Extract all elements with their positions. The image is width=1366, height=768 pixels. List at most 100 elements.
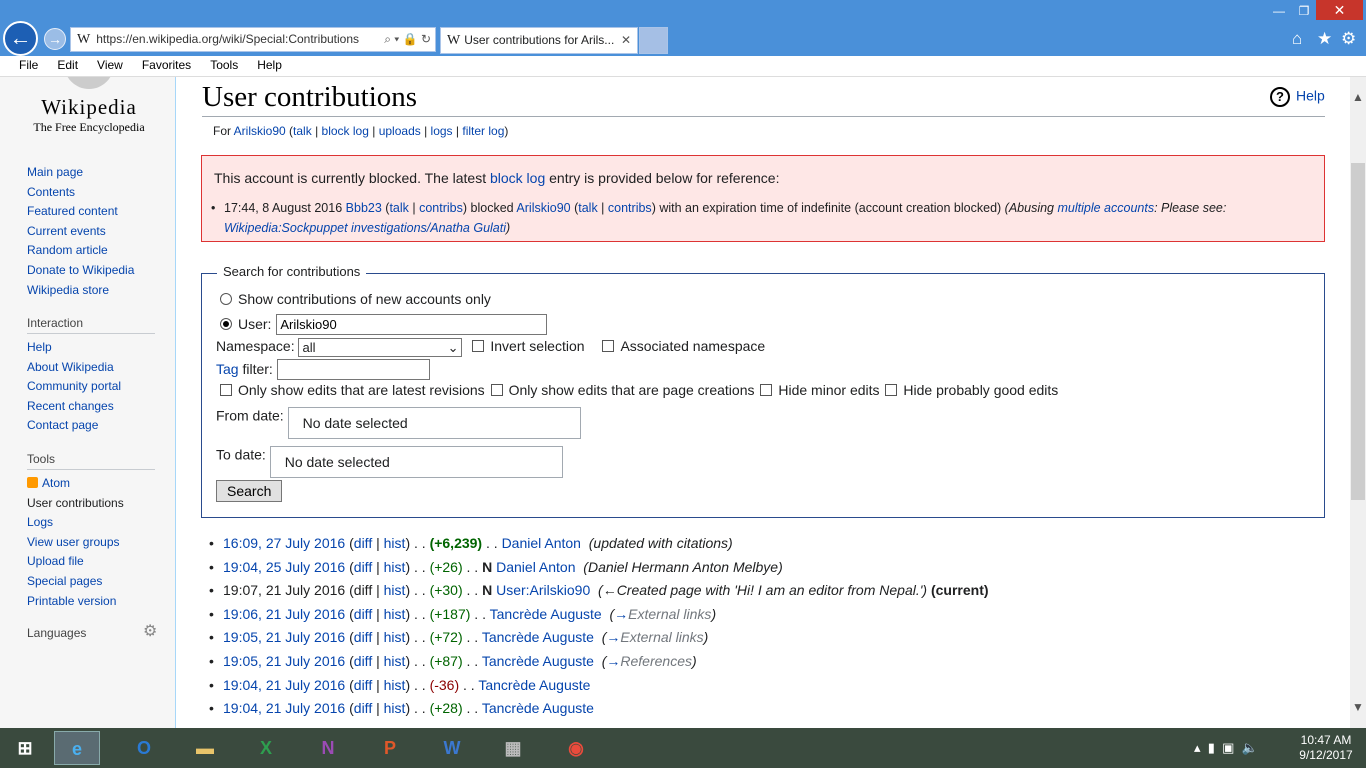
section-arrow-link[interactable]: → xyxy=(606,653,620,669)
search-button[interactable]: Search xyxy=(216,480,283,502)
namespace-select[interactable]: all ⌄ xyxy=(298,338,463,357)
page-link[interactable]: Tancrède Auguste xyxy=(482,653,594,669)
maximize-button[interactable]: ❐ xyxy=(1291,2,1317,20)
sidebar-item-printable-version[interactable]: Printable version xyxy=(27,592,157,612)
section-arrow-link[interactable]: → xyxy=(614,606,628,622)
menu-edit[interactable]: Edit xyxy=(57,56,78,72)
menu-help[interactable]: Help xyxy=(257,56,282,72)
contribution-date-link[interactable]: 16:09, 27 July 2016 xyxy=(223,535,345,551)
multiple-accounts-link[interactable]: multiple accounts xyxy=(1058,201,1155,215)
address-bar[interactable]: Whttps://en.wikipedia.org/wiki/Special:C… xyxy=(70,27,436,52)
sidebar-item-contents[interactable]: Contents xyxy=(27,183,157,203)
sidebar-item-help[interactable]: Help xyxy=(27,338,157,358)
onenote-icon[interactable]: N xyxy=(305,731,351,765)
sidebar-item-special-pages[interactable]: Special pages xyxy=(27,572,157,592)
system-tray[interactable]: ▴ ▮ ▣ 🔈 xyxy=(1194,728,1258,768)
address-controls[interactable]: ⌕ ▾ 🔒 ↻ xyxy=(380,28,431,51)
blocked-user-talk-link[interactable]: talk xyxy=(578,201,597,215)
contribution-date-link[interactable]: 19:05, 21 July 2016 xyxy=(223,653,345,669)
diff-link[interactable]: diff xyxy=(354,559,372,575)
page-link[interactable]: Tancrède Auguste xyxy=(478,677,590,693)
sidebar-item-contact[interactable]: Contact page xyxy=(27,416,157,436)
sidebar-item-current-events[interactable]: Current events xyxy=(27,222,157,242)
sidebar-item-about[interactable]: About Wikipedia xyxy=(27,358,157,378)
diff-link[interactable]: diff xyxy=(354,653,372,669)
user-option[interactable]: User: xyxy=(220,314,548,335)
scrollbar-thumb[interactable] xyxy=(1351,163,1365,500)
scroll-up-arrow-icon[interactable]: ▲ xyxy=(1350,90,1366,104)
sidebar-item-logs[interactable]: Logs xyxy=(27,513,157,533)
page-link[interactable]: User:Arilskio90 xyxy=(496,582,590,598)
diff-link[interactable]: diff xyxy=(354,629,372,645)
admin-contribs-link[interactable]: contribs xyxy=(419,201,463,215)
page-link[interactable]: Daniel Anton xyxy=(496,559,575,575)
user-link[interactable]: Arilskio90 xyxy=(234,124,286,138)
block-log-link[interactable]: block log xyxy=(322,124,369,138)
excel-icon[interactable]: X xyxy=(243,731,289,765)
page-link[interactable]: Tancrède Auguste xyxy=(482,629,594,645)
sidebar-item-recent-changes[interactable]: Recent changes xyxy=(27,397,157,417)
diff-link[interactable]: diff xyxy=(354,700,372,716)
contribution-date-link[interactable]: 19:04, 21 July 2016 xyxy=(223,677,345,693)
creations-checkbox[interactable] xyxy=(490,384,503,396)
good-edits-checkbox[interactable] xyxy=(885,384,898,396)
admin-talk-link[interactable]: talk xyxy=(389,201,408,215)
blocked-user-contribs-link[interactable]: contribs xyxy=(608,201,652,215)
admin-link[interactable]: Bbb23 xyxy=(346,201,382,215)
user-radio[interactable] xyxy=(220,318,232,330)
hist-link[interactable]: hist xyxy=(384,582,406,598)
sidebar-item-main-page[interactable]: Main page xyxy=(27,163,157,183)
tag-link[interactable]: Tag xyxy=(216,361,239,377)
contribution-date-link[interactable]: 19:04, 25 July 2016 xyxy=(223,559,345,575)
scroll-down-arrow-icon[interactable]: ▼ xyxy=(1350,700,1366,714)
close-tab-icon[interactable]: ✕ xyxy=(621,28,631,53)
minor-checkbox[interactable] xyxy=(760,384,773,396)
menu-file[interactable]: File xyxy=(19,56,38,72)
page-link[interactable]: Tancrède Auguste xyxy=(482,700,594,716)
settings-gear-icon[interactable]: ⚙ xyxy=(1341,29,1356,49)
to-date-input[interactable]: No date selected xyxy=(269,446,563,478)
sidebar-item-featured-content[interactable]: Featured content xyxy=(27,202,157,222)
user-input[interactable] xyxy=(276,314,548,335)
hist-link[interactable]: hist xyxy=(384,700,406,716)
hist-link[interactable]: hist xyxy=(384,677,406,693)
page-link[interactable]: Daniel Anton xyxy=(502,535,581,551)
file-explorer-icon[interactable]: ▬ xyxy=(182,731,228,765)
sidebar-item-random-article[interactable]: Random article xyxy=(27,241,157,261)
contribution-date-link[interactable]: 19:04, 21 July 2016 xyxy=(223,700,345,716)
uploads-link[interactable]: uploads xyxy=(379,124,421,138)
block-log-notice-link[interactable]: block log xyxy=(490,170,545,186)
sidebar-item-donate[interactable]: Donate to Wikipedia xyxy=(27,261,157,281)
diff-link[interactable]: diff xyxy=(354,677,372,693)
home-icon[interactable]: ⌂ xyxy=(1292,29,1302,49)
menu-favorites[interactable]: Favorites xyxy=(142,56,191,72)
outlook-icon[interactable]: O xyxy=(121,731,167,765)
new-accounts-option[interactable]: Show contributions of new accounts only xyxy=(220,291,491,307)
powerpoint-icon[interactable]: P xyxy=(367,731,413,765)
favorites-star-icon[interactable]: ★ xyxy=(1317,29,1332,49)
hist-link[interactable]: hist xyxy=(384,653,406,669)
tag-filter-input[interactable] xyxy=(276,359,430,380)
wikipedia-logo[interactable]: Wikipedia The Free Encyclopedia xyxy=(26,77,152,137)
close-window-button[interactable]: ✕ xyxy=(1316,0,1363,20)
new-accounts-radio[interactable] xyxy=(220,293,232,305)
diff-link[interactable]: diff xyxy=(354,606,372,622)
sidebar-item-atom[interactable]: Atom xyxy=(27,474,157,494)
logs-link[interactable]: logs xyxy=(431,124,453,138)
spi-link[interactable]: Wikipedia:Sockpuppet investigations/Anat… xyxy=(224,221,506,235)
blocked-user-link[interactable]: Arilskio90 xyxy=(516,201,570,215)
associated-checkbox[interactable] xyxy=(602,340,615,353)
contribution-date-link[interactable]: 19:06, 21 July 2016 xyxy=(223,606,345,622)
store-app-icon[interactable]: ▦ xyxy=(490,731,536,765)
start-button-windows-icon[interactable]: ⊞ xyxy=(2,731,48,765)
menu-view[interactable]: View xyxy=(97,56,123,72)
internet-explorer-icon[interactable]: e xyxy=(54,731,100,765)
menu-tools[interactable]: Tools xyxy=(210,56,238,72)
sidebar-item-upload-file[interactable]: Upload file xyxy=(27,552,157,572)
page-link[interactable]: Tancrède Auguste xyxy=(490,606,602,622)
sidebar-item-store[interactable]: Wikipedia store xyxy=(27,281,157,301)
new-tab-button[interactable] xyxy=(639,27,668,54)
minimize-button[interactable]: — xyxy=(1266,2,1292,20)
clock[interactable]: 10:47 AM 9/12/2017 xyxy=(1296,733,1356,763)
forward-button[interactable]: → xyxy=(44,28,66,50)
